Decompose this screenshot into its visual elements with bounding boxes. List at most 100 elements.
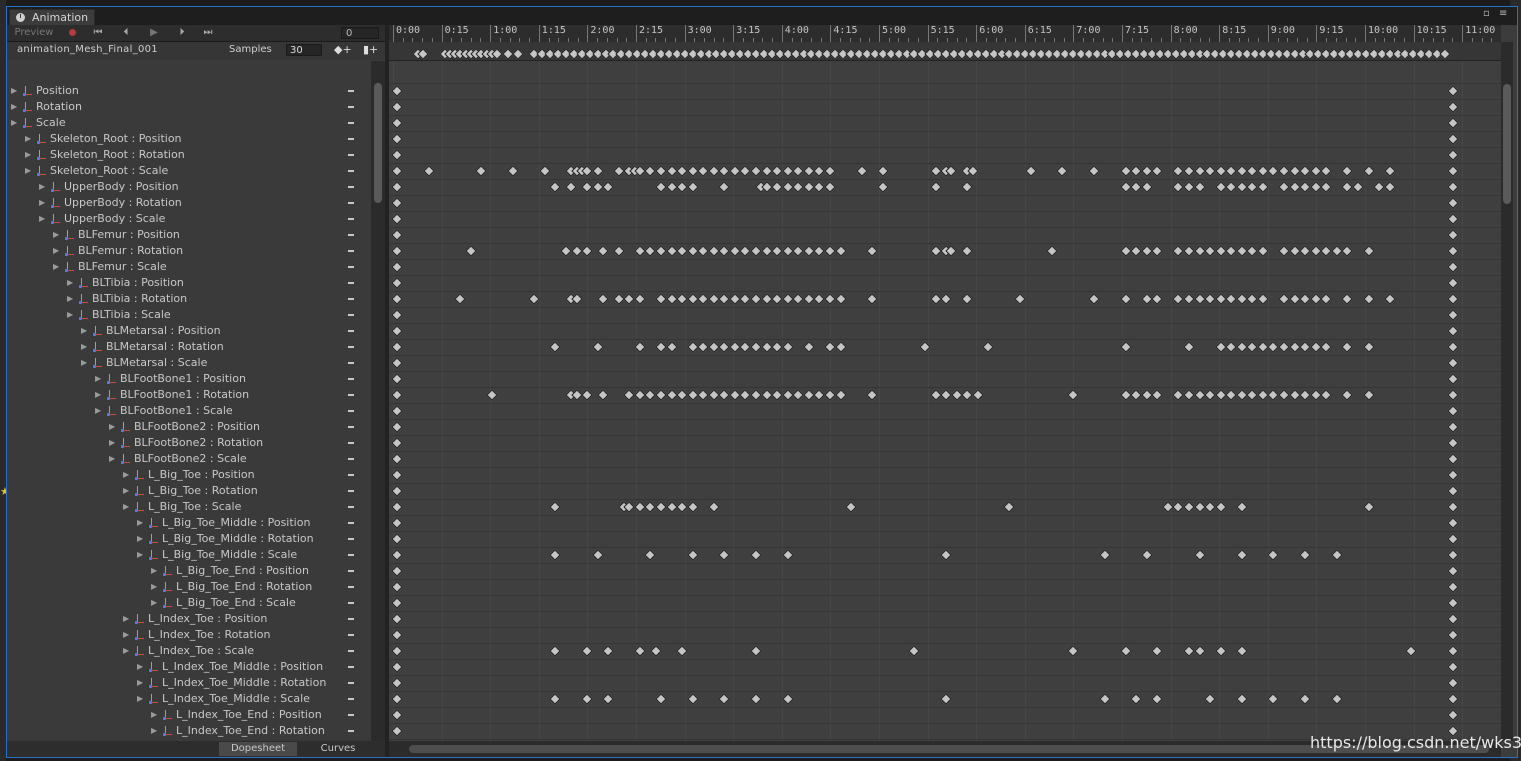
keyframe[interactable] [834,389,847,401]
keyframe[interactable] [834,293,847,305]
keyframe[interactable] [834,245,847,257]
expand-arrow-icon[interactable]: ▶ [109,435,115,451]
keyframe[interactable] [961,181,973,193]
expand-arrow-icon[interactable]: ▶ [39,179,45,195]
keyframe[interactable] [1447,581,1459,593]
keyframe[interactable] [549,693,562,705]
keyframe[interactable] [1447,117,1459,129]
keyframe[interactable] [750,245,762,257]
summary-keyframe[interactable] [1439,48,1451,60]
remove-property-icon[interactable] [348,650,354,652]
play-button[interactable]: ▶ [145,26,163,40]
remove-property-icon[interactable] [348,378,354,380]
expand-arrow-icon[interactable]: ▶ [151,723,157,739]
tab-curves[interactable]: Curves [299,742,377,756]
keyframe[interactable] [602,645,614,657]
keyframe[interactable] [1299,341,1311,353]
dopesheet-vertical-scrollbar[interactable] [1501,42,1513,741]
property-row[interactable]: ▶ L_Big_Toe : Position [7,467,371,483]
keyframe[interactable] [1405,645,1417,657]
keyframe[interactable] [1447,629,1459,641]
keyframe[interactable] [1278,341,1290,353]
property-row[interactable]: ▶ L_Big_Toe_Middle : Rotation [7,531,371,547]
keyframe[interactable] [1151,293,1163,305]
keyframe[interactable] [1141,549,1153,561]
keyframe[interactable] [581,389,593,401]
add-event-icon[interactable]: ▮+ [363,43,378,56]
keyframe[interactable] [1225,341,1237,353]
property-row[interactable]: ▶ Skeleton_Root : Rotation [7,147,371,163]
remove-property-icon[interactable] [348,554,354,556]
keyframe[interactable] [655,501,667,513]
keyframe[interactable] [1130,165,1142,177]
remove-property-icon[interactable] [348,506,354,508]
keyframe[interactable] [1331,549,1343,561]
keyframe[interactable] [475,165,488,177]
remove-property-icon[interactable] [348,474,354,476]
expand-arrow-icon[interactable]: ▶ [11,83,17,99]
keyframe[interactable] [1246,165,1259,177]
keyframe[interactable] [1246,341,1259,353]
keyframe[interactable] [1299,245,1311,257]
keyframe[interactable] [1299,549,1311,561]
keyframe[interactable] [539,165,551,177]
keyframe[interactable] [1246,293,1259,305]
keyframe[interactable] [1447,517,1459,529]
keyframe[interactable] [1341,293,1354,305]
property-row[interactable]: ▶ BLMetarsal : Position [7,323,371,339]
property-row[interactable]: ▶ BLFootBone1 : Position [7,371,371,387]
keyframe[interactable] [1341,165,1354,177]
keyframe[interactable] [1236,501,1248,513]
property-row[interactable]: ▶ Skeleton_Root : Scale [7,163,371,179]
remove-property-icon[interactable] [348,698,354,700]
keyframe[interactable] [940,389,952,401]
keyframe[interactable] [655,293,667,305]
expand-arrow-icon[interactable]: ▶ [123,627,129,643]
keyframe[interactable] [1320,181,1332,193]
keyframe[interactable] [1447,277,1459,289]
keyframe[interactable] [1183,293,1195,305]
keyframe[interactable] [1046,245,1058,257]
property-row[interactable]: ▶ BLFootBone1 : Scale [7,403,371,419]
keyframe[interactable] [655,389,667,401]
keyframe[interactable] [792,165,804,177]
remove-property-icon[interactable] [348,282,354,284]
keyframe[interactable] [581,693,593,705]
keyframe[interactable] [1299,165,1311,177]
keyframe[interactable] [1447,613,1459,625]
remove-property-icon[interactable] [348,666,354,668]
remove-property-icon[interactable] [348,138,354,140]
keyframe[interactable] [1204,293,1216,305]
expand-arrow-icon[interactable]: ▶ [123,483,129,499]
keyframe[interactable] [1215,501,1227,513]
expand-arrow-icon[interactable]: ▶ [151,579,157,595]
keyframe[interactable] [708,501,720,513]
property-row[interactable]: ▶ L_Index_Toe : Scale [7,643,371,659]
remove-property-icon[interactable] [348,90,354,92]
keyframe[interactable] [834,341,847,353]
tab-dopesheet[interactable]: Dopesheet [219,742,297,756]
keyframe[interactable] [1341,245,1354,257]
frame-field[interactable]: 0 [341,27,379,39]
keyframe[interactable] [1130,389,1142,401]
keyframe[interactable] [1183,501,1195,513]
keyframe[interactable] [1341,389,1354,401]
keyframe[interactable] [1447,565,1459,577]
keyframe[interactable] [792,245,804,257]
remove-property-icon[interactable] [348,362,354,364]
keyframe[interactable] [1246,181,1259,193]
keyframe[interactable] [697,389,709,401]
keyframe[interactable] [1225,181,1237,193]
keyframe[interactable] [1447,197,1459,209]
scrollbar-thumb[interactable] [374,83,382,203]
clip-selector[interactable]: animation_Mesh_Final_001 [17,44,158,55]
remove-property-icon[interactable] [348,298,354,300]
keyframe[interactable] [718,549,731,561]
expand-arrow-icon[interactable]: ▶ [11,115,17,131]
last-key-button[interactable]: ⏭ [199,26,217,40]
property-row[interactable]: ▶ BLFootBone2 : Rotation [7,435,371,451]
keyframe[interactable] [591,341,604,353]
expand-arrow-icon[interactable]: ▶ [11,99,17,115]
keyframe[interactable] [581,181,593,193]
property-row[interactable]: ▶ BLMetarsal : Scale [7,355,371,371]
